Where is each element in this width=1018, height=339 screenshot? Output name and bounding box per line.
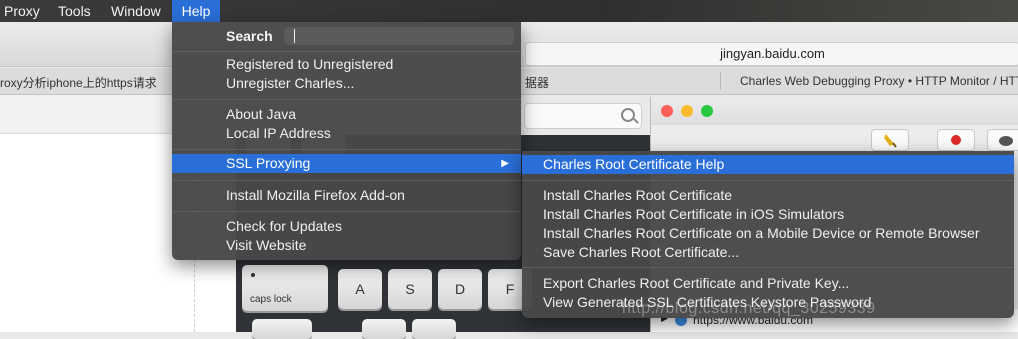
menu-item-firefox-addon[interactable]: Install Mozilla Firefox Add-on <box>172 186 521 205</box>
menu-separator <box>522 267 1014 268</box>
browser-tab[interactable]: 据器 <box>525 74 549 91</box>
menu-search-label: Search <box>226 28 273 44</box>
blog-watermark: http://blog.csdn.net/qq_30259339 <box>622 300 876 317</box>
submenu-arrow-icon: ▶ <box>501 158 509 169</box>
text-caret <box>294 29 295 43</box>
charles-titlebar <box>651 97 1018 125</box>
menu-separator <box>522 180 1014 181</box>
charles-toolbar <box>651 129 1018 151</box>
throttle-button[interactable] <box>987 129 1018 151</box>
record-icon <box>951 135 961 145</box>
menu-item-registered[interactable]: Registered to Unregistered <box>172 55 521 74</box>
menu-item-export-key[interactable]: Export Charles Root Certificate and Priv… <box>522 274 1014 293</box>
keyboard-key-a: A <box>338 269 382 309</box>
broom-icon <box>884 134 897 148</box>
tab-divider <box>720 72 721 90</box>
menu-help[interactable]: Help <box>172 0 220 22</box>
keyboard-key <box>252 319 312 339</box>
caps-lock-key: caps lock <box>242 265 328 311</box>
turtle-icon <box>999 136 1013 146</box>
browser-tab[interactable]: Charles Web Debugging Proxy • HTTP Monit… <box>740 74 1018 88</box>
menu-item-ssl-proxying[interactable]: SSL Proxying ▶ <box>172 154 521 173</box>
menu-separator <box>172 149 521 150</box>
keyboard-key <box>412 319 456 339</box>
keyboard-key-d: D <box>438 269 482 309</box>
menu-item-install-root-cert[interactable]: Install Charles Root Certificate <box>522 186 1014 205</box>
close-window-icon[interactable] <box>661 105 673 117</box>
menu-separator <box>172 180 521 181</box>
menubar: Proxy Tools Window Help <box>0 0 1018 22</box>
menu-tools[interactable]: Tools <box>58 3 91 19</box>
menu-separator <box>172 211 521 212</box>
menu-item-local-ip[interactable]: Local IP Address <box>172 124 521 143</box>
menu-item-install-mobile[interactable]: Install Charles Root Certificate on a Mo… <box>522 224 1014 243</box>
menu-item-save-root-cert[interactable]: Save Charles Root Certificate... <box>522 243 1014 262</box>
address-bar[interactable]: jingyan.baidu.com <box>525 42 1018 66</box>
menu-separator <box>172 99 521 100</box>
keyboard-key <box>362 319 406 339</box>
menu-item-install-ios-sim[interactable]: Install Charles Root Certificate in iOS … <box>522 205 1014 224</box>
page-search-input[interactable] <box>524 103 642 129</box>
menu-item-about-java[interactable]: About Java <box>172 105 521 124</box>
search-icon <box>621 108 635 122</box>
browser-tab[interactable]: roxy分析iphone上的https请求 <box>0 74 157 91</box>
menu-item-unregister[interactable]: Unregister Charles... <box>172 74 521 93</box>
menu-proxy[interactable]: Proxy <box>4 3 40 19</box>
broom-clear-button[interactable] <box>871 129 909 151</box>
menu-item-visit-website[interactable]: Visit Website <box>172 236 521 255</box>
record-button[interactable] <box>937 129 975 151</box>
minimize-window-icon[interactable] <box>681 105 693 117</box>
menu-search-input[interactable] <box>284 27 514 45</box>
menu-item-root-cert-help[interactable]: Charles Root Certificate Help <box>522 155 1014 174</box>
menu-separator <box>172 51 521 52</box>
caps-lock-label: caps lock <box>250 294 292 305</box>
menu-window[interactable]: Window <box>111 3 161 19</box>
keyboard-key-s: S <box>388 269 432 309</box>
zoom-window-icon[interactable] <box>701 105 713 117</box>
menu-item-check-updates[interactable]: Check for Updates <box>172 217 521 236</box>
ssl-proxying-submenu: Charles Root Certificate Help Install Ch… <box>522 151 1014 318</box>
caps-indicator-icon <box>251 273 255 277</box>
help-menu: Search Registered to Unregistered Unregi… <box>172 22 521 260</box>
ssl-proxying-label: SSL Proxying <box>226 155 311 171</box>
